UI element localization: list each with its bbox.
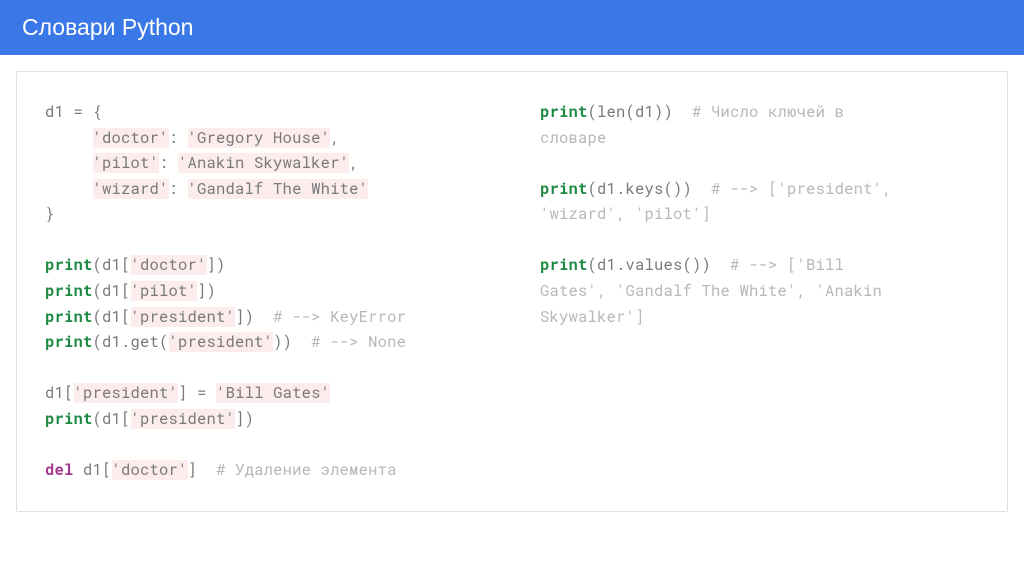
string-literal: 'Gandalf The White' — [188, 179, 369, 199]
code-line: 'doctor': 'Gregory House', — [45, 126, 484, 152]
code-line: d1['president'] = 'Bill Gates' — [45, 381, 484, 407]
string-literal: 'Bill Gates' — [216, 383, 330, 403]
code-text: , — [349, 153, 359, 173]
code-text: (d1[ — [93, 409, 131, 429]
code-line: print(d1.get('president')) # --> None — [45, 330, 484, 356]
code-text: d1 — [45, 102, 74, 122]
code-text: (d1[ — [93, 281, 131, 301]
code-text: d1[ — [74, 460, 112, 480]
blank-line — [45, 432, 484, 458]
code-line: print(d1['president']) # --> KeyError — [45, 305, 484, 331]
keyword-print: print — [540, 255, 588, 275]
code-line: 'wizard': 'Gandalf The White' — [45, 177, 484, 203]
comment: # --> ['president', — [711, 179, 892, 199]
code-text: } — [45, 204, 55, 224]
string-literal: 'doctor' — [93, 128, 169, 148]
code-line: Gates', 'Gandalf The White', 'Anakin — [540, 279, 979, 305]
string-literal: 'president' — [131, 307, 236, 327]
code-line: del d1['doctor'] # Удаление элемента — [45, 458, 484, 484]
code-text: , — [330, 128, 340, 148]
keyword-print: print — [45, 409, 93, 429]
code-line: 'wizard', 'pilot'] — [540, 202, 979, 228]
blank-line — [540, 151, 979, 177]
code-card: d1 = { 'doctor': 'Gregory House', 'pilot… — [16, 71, 1008, 512]
blank-line — [540, 228, 979, 254]
comment: # Удаление элемента — [216, 460, 397, 480]
string-literal: 'Anakin Skywalker' — [178, 153, 349, 173]
comment: # --> KeyError — [273, 307, 406, 327]
code-text: (d1[ — [93, 307, 131, 327]
code-line: print(d1.keys()) # --> ['president', — [540, 177, 979, 203]
keyword-print: print — [45, 307, 93, 327]
blank-line — [45, 228, 484, 254]
string-literal: 'president' — [74, 383, 179, 403]
code-text: ]) — [207, 255, 226, 275]
code-text: ] — [178, 383, 197, 403]
string-literal: 'wizard' — [93, 179, 169, 199]
blank-line — [45, 356, 484, 382]
comment: # --> ['Bill — [730, 255, 844, 275]
code-line: print(len(d1)) # Число ключей в — [540, 100, 979, 126]
indent — [45, 153, 93, 173]
code-text: ]) — [235, 409, 254, 429]
comment: # --> None — [311, 332, 406, 352]
keyword-print: print — [45, 332, 93, 352]
keyword-print: print — [540, 179, 588, 199]
string-literal: 'president' — [169, 332, 274, 352]
code-text: ]) — [235, 307, 273, 327]
code-line: Skywalker'] — [540, 305, 979, 331]
keyword-print: print — [45, 255, 93, 275]
code-text: d1[ — [45, 383, 74, 403]
string-literal: 'Gregory House' — [188, 128, 331, 148]
slide-header: Словари Python — [0, 0, 1024, 55]
comment: 'wizard', 'pilot'] — [540, 204, 711, 224]
string-literal: 'pilot' — [131, 281, 198, 301]
code-line: print(d1['pilot']) — [45, 279, 484, 305]
code-text: ]) — [197, 281, 216, 301]
slide-title: Словари Python — [22, 14, 193, 40]
operator-equals: = — [197, 383, 207, 403]
code-text: ] — [188, 460, 217, 480]
slide-content: d1 = { 'doctor': 'Gregory House', 'pilot… — [0, 55, 1024, 528]
code-text: : — [169, 179, 188, 199]
comment: словаре — [540, 128, 607, 148]
operator-equals: = — [74, 102, 84, 122]
code-line: print(d1.values()) # --> ['Bill — [540, 253, 979, 279]
code-text: (d1[ — [93, 255, 131, 275]
indent — [45, 128, 93, 148]
code-line: 'pilot': 'Anakin Skywalker', — [45, 151, 484, 177]
code-text — [207, 383, 217, 403]
code-text: : — [169, 128, 188, 148]
comment: Gates', 'Gandalf The White', 'Anakin — [540, 281, 882, 301]
code-text: (len(d1)) — [588, 102, 693, 122]
code-text: { — [83, 102, 102, 122]
string-literal: 'doctor' — [131, 255, 207, 275]
code-text: : — [159, 153, 178, 173]
code-column-left: d1 = { 'doctor': 'Gregory House', 'pilot… — [17, 100, 512, 483]
code-line: print(d1['doctor']) — [45, 253, 484, 279]
comment: Skywalker'] — [540, 307, 645, 327]
indent — [45, 179, 93, 199]
keyword-del: del — [45, 460, 74, 480]
string-literal: 'pilot' — [93, 153, 160, 173]
code-column-right: print(len(d1)) # Число ключей в словаре … — [512, 100, 1007, 483]
keyword-print: print — [540, 102, 588, 122]
code-line: словаре — [540, 126, 979, 152]
code-text: (d1.get( — [93, 332, 169, 352]
code-line: print(d1['president']) — [45, 407, 484, 433]
code-text: (d1.keys()) — [588, 179, 712, 199]
code-line: } — [45, 202, 484, 228]
keyword-print: print — [45, 281, 93, 301]
string-literal: 'president' — [131, 409, 236, 429]
code-text: )) — [273, 332, 311, 352]
code-line: d1 = { — [45, 100, 484, 126]
comment: # Число ключей в — [692, 102, 844, 122]
string-literal: 'doctor' — [112, 460, 188, 480]
code-text: (d1.values()) — [588, 255, 731, 275]
